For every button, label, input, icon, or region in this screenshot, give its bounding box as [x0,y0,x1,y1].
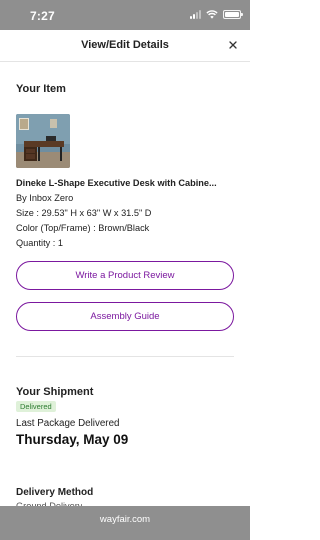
product-brand: By Inbox Zero [16,193,74,203]
status-badge: Delivered [16,401,56,412]
browser-url-bar[interactable]: wayfair.com [0,506,250,540]
delivery-date: Thursday, May 09 [16,432,129,447]
assembly-guide-button[interactable]: Assembly Guide [16,302,234,331]
product-thumbnail[interactable] [16,114,70,168]
section-divider [16,356,234,357]
close-icon [229,41,237,49]
url-text: wayfair.com [99,514,151,525]
status-icons [190,10,243,19]
sheet-title: View/Edit Details [81,39,169,51]
delivery-method-heading: Delivery Method [16,487,94,498]
product-color: Color (Top/Frame) : Brown/Black [16,223,150,233]
status-bar: 7:27 [0,0,250,30]
sheet-header: View/Edit Details [0,30,250,62]
your-shipment-heading: Your Shipment [16,386,94,398]
product-quantity: Quantity : 1 [16,238,63,248]
write-review-button[interactable]: Write a Product Review [16,261,234,290]
your-item-heading: Your Item [16,83,66,95]
close-button[interactable] [224,36,242,54]
cellular-signal-icon [190,10,201,19]
status-time: 7:27 [30,9,55,23]
desk-image [16,114,70,168]
product-name[interactable]: Dineke L-Shape Executive Desk with Cabin… [16,178,238,188]
battery-icon [223,10,243,19]
product-size: Size : 29.53" H x 63" W x 31.5" D [16,208,152,218]
wifi-icon [206,10,218,19]
last-package-label: Last Package Delivered [16,418,120,429]
